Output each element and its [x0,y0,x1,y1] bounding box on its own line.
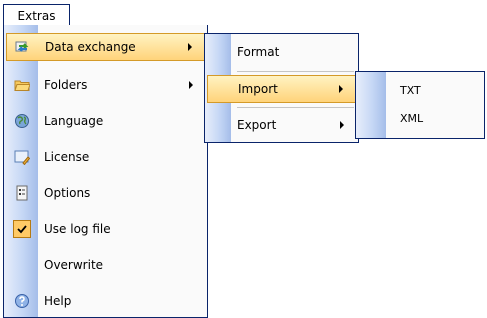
submenu-arrow-icon [189,81,193,89]
license-icon [14,150,30,165]
menu-item-use-log-file[interactable]: Use log file [6,215,205,243]
submenu-item-export-label: Export [237,118,277,132]
menu-item-help[interactable]: Help [6,287,205,315]
submenu-item-format[interactable]: Format [207,38,356,66]
globe-icon [15,114,29,128]
submenu-arrow-icon [340,121,344,129]
submenu-arrow-icon [339,85,343,93]
help-icon [15,294,29,308]
menu-item-data-exchange[interactable]: Data exchange [6,33,205,61]
data-exchange-icon [15,41,29,52]
menu-item-options[interactable]: Options [6,179,205,207]
submenu-item-xml[interactable]: XML [358,104,482,132]
submenu-item-txt-label: TXT [400,83,421,97]
menu-item-use-log-file-label: Use log file [44,222,111,236]
extras-menu: Data exchange Folders Language License O… [3,25,208,318]
menu-item-license[interactable]: License [6,143,205,171]
menu-item-overwrite-label: Overwrite [44,258,104,272]
data-exchange-submenu: Format Import Export [204,33,359,143]
menubar-extras[interactable]: Extras [3,4,70,26]
menu-item-folders[interactable]: Folders [6,71,205,99]
options-icon [16,185,28,201]
submenu-separator [237,71,354,72]
menu-item-options-label: Options [44,186,91,200]
menu-item-data-exchange-label: Data exchange [45,40,136,54]
menu-item-folders-label: Folders [44,78,88,92]
submenu-separator [237,107,354,108]
submenu-arrow-icon [188,43,192,51]
menu-item-language[interactable]: Language [6,107,205,135]
menubar-extras-label: Extras [17,8,56,23]
submenu-item-import[interactable]: Import [207,75,356,103]
submenu-item-format-label: Format [237,45,280,59]
folder-icon [14,80,30,91]
menu-item-overwrite[interactable]: Overwrite [6,251,205,279]
menu-item-help-label: Help [44,294,72,308]
submenu-item-export[interactable]: Export [207,111,356,139]
import-submenu: TXT XML [355,71,485,139]
checkmark-icon [13,220,31,238]
menu-item-language-label: Language [44,114,104,128]
submenu-item-import-label: Import [238,82,278,96]
menu-item-license-label: License [44,150,90,164]
submenu-item-xml-label: XML [400,111,424,125]
submenu-item-txt[interactable]: TXT [358,76,482,104]
